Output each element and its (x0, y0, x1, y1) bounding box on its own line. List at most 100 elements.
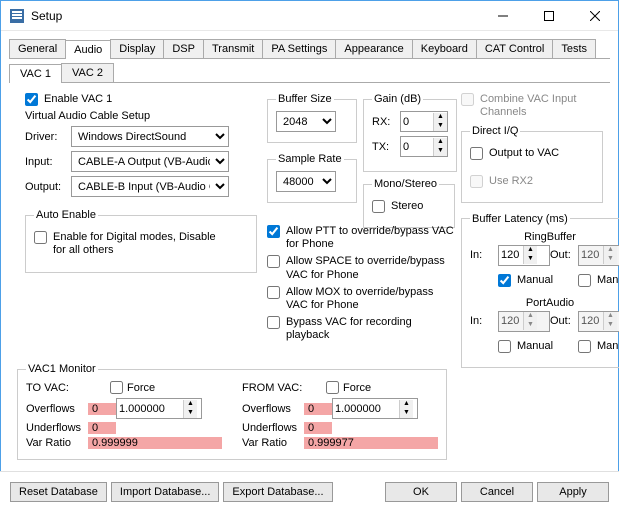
output-select[interactable]: CABLE-B Input (VB-Audio Ca (71, 176, 229, 197)
sample-group: Sample Rate 48000 (267, 153, 357, 203)
tab-dsp[interactable]: DSP (163, 39, 204, 58)
from-underflows-value: 0 (304, 422, 332, 434)
from-force-checkbox[interactable] (326, 381, 339, 394)
port-out-spinner: ▲▼ (578, 311, 619, 332)
buffer-group: Buffer Size 2048 (267, 93, 357, 143)
port-in-manual-checkbox[interactable] (498, 340, 511, 353)
reset-database-button[interactable]: Reset Database (10, 482, 107, 502)
input-select[interactable]: CABLE-A Output (VB-Audio C (71, 151, 229, 172)
from-overflows-label: Overflows (242, 403, 304, 415)
auto-enable-label: Enable for Digital modes, Disable for al… (53, 231, 223, 257)
auto-enable-checkbox[interactable] (34, 231, 47, 244)
gain-legend: Gain (dB) (372, 93, 423, 105)
to-force-checkbox[interactable] (110, 381, 123, 394)
auto-enable-legend: Auto Enable (34, 209, 98, 221)
port-in-label: In: (470, 315, 498, 327)
tx-label: TX: (372, 141, 396, 153)
ringbuffer-label: RingBuffer (470, 231, 619, 243)
mox-override-label: Allow MOX to override/bypass VAC for Pho… (286, 286, 456, 312)
output-to-vac-label: Output to VAC (489, 147, 559, 160)
vac-setup-legend: Virtual Audio Cable Setup (25, 110, 257, 122)
ok-button[interactable]: OK (385, 482, 457, 502)
buffer-select[interactable]: 2048 (276, 111, 336, 132)
vac1-monitor-group: VAC1 Monitor TO VAC: Force Overflows 0 ▲… (17, 363, 447, 460)
maximize-button[interactable] (526, 1, 572, 31)
port-out-label: Out: (550, 315, 578, 327)
from-ratio-spinner[interactable]: ▲▼ (332, 398, 418, 419)
to-var-label: Var Ratio (26, 437, 88, 449)
tab-keyboard[interactable]: Keyboard (412, 39, 477, 58)
space-override-label: Allow SPACE to override/bypass VAC for P… (286, 255, 456, 281)
space-override-checkbox[interactable] (267, 255, 280, 268)
driver-select[interactable]: Windows DirectSound (71, 126, 229, 147)
from-vac-label: FROM VAC: (242, 382, 322, 394)
rx-label: RX: (372, 116, 396, 128)
minimize-button[interactable] (480, 1, 526, 31)
content-area: Enable VAC 1 Virtual Audio Cable Setup D… (1, 83, 618, 99)
to-var-value: 0.999999 (88, 437, 222, 449)
tab-appearance[interactable]: Appearance (335, 39, 412, 58)
tab-cat-control[interactable]: CAT Control (476, 39, 554, 58)
to-overflows-value: 0 (88, 403, 116, 415)
latency-legend: Buffer Latency (ms) (470, 213, 570, 225)
output-label: Output: (25, 181, 67, 193)
app-icon (9, 8, 25, 24)
tab-tests[interactable]: Tests (552, 39, 596, 58)
from-force-label: Force (343, 382, 371, 394)
enable-vac-label: Enable VAC 1 (44, 93, 112, 106)
to-vac-label: TO VAC: (26, 382, 106, 394)
bypass-recording-label: Bypass VAC for recording playback (286, 316, 456, 342)
gain-group: Gain (dB) RX: ▲▼ TX: ▲▼ (363, 93, 457, 172)
ring-out-label: Out: (550, 249, 578, 261)
ptt-override-checkbox[interactable] (267, 225, 280, 238)
port-out-manual-checkbox[interactable] (578, 340, 591, 353)
to-ratio-spinner[interactable]: ▲▼ (116, 398, 202, 419)
input-label: Input: (25, 156, 67, 168)
ring-in-manual-checkbox[interactable] (498, 274, 511, 287)
rx-gain-spinner[interactable]: ▲▼ (400, 111, 448, 132)
from-var-label: Var Ratio (242, 437, 304, 449)
output-to-vac-checkbox[interactable] (470, 147, 483, 160)
directiq-group: Direct I/Q Output to VAC Use RX2 (461, 125, 603, 202)
ring-in-label: In: (470, 249, 498, 261)
ring-out-spinner: ▲▼ (578, 245, 619, 266)
combine-vac-checkbox (461, 93, 474, 106)
use-rx2-label: Use RX2 (489, 175, 533, 188)
ring-out-manual-checkbox[interactable] (578, 274, 591, 287)
to-overflows-label: Overflows (26, 403, 88, 415)
mox-override-checkbox[interactable] (267, 286, 280, 299)
portaudio-label: PortAudio (470, 297, 619, 309)
tab-pa-settings[interactable]: PA Settings (262, 39, 336, 58)
export-database-button[interactable]: Export Database... (223, 482, 332, 502)
combine-vac-label: Combine VAC Input Channels (480, 93, 603, 119)
ring-in-spinner[interactable]: ▲▼ (498, 245, 550, 266)
close-button[interactable] (572, 1, 618, 31)
tab-general[interactable]: General (9, 39, 66, 58)
stereo-checkbox[interactable] (372, 200, 385, 213)
use-rx2-checkbox (470, 175, 483, 188)
titlebar: Setup (1, 1, 618, 31)
tab-vac2[interactable]: VAC 2 (61, 63, 114, 82)
to-underflows-label: Underflows (26, 422, 88, 434)
driver-label: Driver: (25, 131, 67, 143)
tab-audio[interactable]: Audio (65, 40, 111, 59)
tab-display[interactable]: Display (110, 39, 164, 58)
footer: Reset Database Import Database... Export… (0, 471, 619, 512)
buffer-legend: Buffer Size (276, 93, 334, 105)
tab-vac1[interactable]: VAC 1 (9, 64, 62, 83)
tx-gain-spinner[interactable]: ▲▼ (400, 136, 448, 157)
tab-transmit[interactable]: Transmit (203, 39, 263, 58)
stereo-label: Stereo (391, 200, 423, 213)
from-var-value: 0.999977 (304, 437, 438, 449)
latency-group: Buffer Latency (ms) RingBuffer In: ▲▼ Ou… (461, 213, 619, 368)
apply-button[interactable]: Apply (537, 482, 609, 502)
cancel-button[interactable]: Cancel (461, 482, 533, 502)
sub-tabs: VAC 1 VAC 2 (9, 63, 610, 83)
bypass-recording-checkbox[interactable] (267, 316, 280, 329)
enable-vac-checkbox[interactable] (25, 93, 38, 106)
import-database-button[interactable]: Import Database... (111, 482, 220, 502)
sample-select[interactable]: 48000 (276, 171, 336, 192)
sample-legend: Sample Rate (276, 153, 344, 165)
from-overflows-value: 0 (304, 403, 332, 415)
directiq-legend: Direct I/Q (470, 125, 520, 137)
